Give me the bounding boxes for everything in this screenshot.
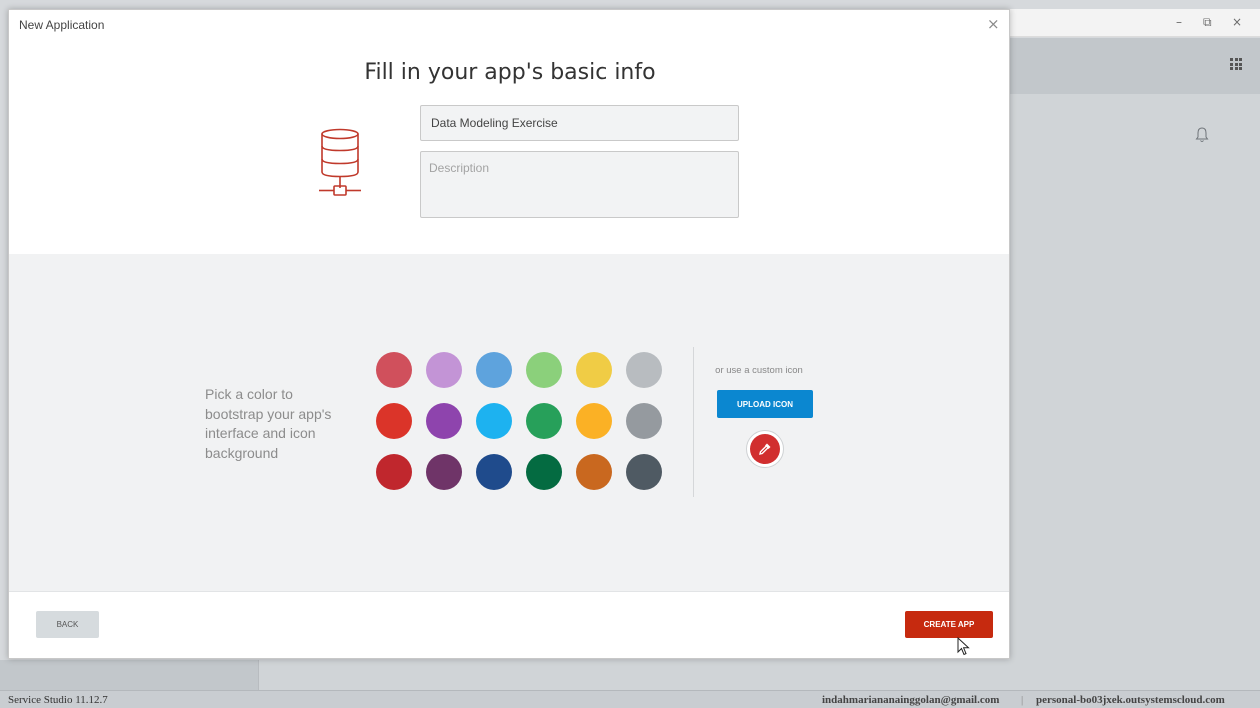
back-button[interactable]: BACK (36, 611, 99, 638)
color-swatch[interactable] (576, 403, 612, 439)
status-bar: Service Studio 11.12.7 indahmariananaing… (0, 690, 1260, 708)
color-swatch[interactable] (476, 352, 512, 388)
close-icon[interactable]: × (987, 16, 1000, 32)
color-swatch[interactable] (426, 403, 462, 439)
database-server-icon (319, 128, 361, 196)
color-swatch[interactable] (576, 352, 612, 388)
color-swatch[interactable] (626, 454, 662, 490)
window-close-button[interactable]: × (1232, 15, 1242, 29)
color-swatch[interactable] (376, 454, 412, 490)
description-input[interactable] (420, 151, 739, 218)
minimize-button[interactable]: – (1176, 15, 1182, 29)
color-swatch[interactable] (576, 454, 612, 490)
window-titlebar (1010, 9, 1260, 37)
status-server[interactable]: personal-bo03jxek.outsystemscloud.com (1036, 694, 1225, 706)
color-swatch[interactable] (476, 403, 512, 439)
create-app-button[interactable]: CREATE APP (905, 611, 993, 638)
custom-icon-text: or use a custom icon (715, 365, 803, 376)
restore-button[interactable]: ⧉ (1203, 15, 1212, 30)
color-swatch[interactable] (526, 454, 562, 490)
status-version: Service Studio 11.12.7 (8, 694, 108, 706)
eyedropper-button[interactable] (746, 430, 784, 468)
eyedropper-icon (759, 443, 771, 455)
color-swatch-grid (376, 352, 666, 492)
status-email[interactable]: indahmariananainggolan@gmail.com (822, 694, 999, 706)
color-swatch[interactable] (526, 352, 562, 388)
new-application-dialog: New Application × Fill in your app's bas… (8, 9, 1010, 659)
color-swatch[interactable] (626, 403, 662, 439)
app-name-input[interactable] (420, 105, 739, 141)
color-swatch[interactable] (476, 454, 512, 490)
app-main-area (1010, 94, 1260, 690)
color-prompt-text: Pick a color to bootstrap your app's int… (205, 386, 332, 461)
status-separator: | (1021, 694, 1024, 706)
color-swatch[interactable] (426, 454, 462, 490)
color-picker-section: Pick a color to bootstrap your app's int… (9, 254, 1009, 591)
bg-bottom-panel (258, 660, 1260, 690)
footer-divider (9, 591, 1009, 592)
upload-icon-button[interactable]: UPLOAD ICON (717, 390, 813, 418)
dialog-title: New Application (19, 18, 105, 32)
color-swatch[interactable] (376, 352, 412, 388)
color-swatch[interactable] (376, 403, 412, 439)
app-header (1010, 38, 1260, 94)
apps-grid-icon[interactable] (1230, 58, 1242, 70)
color-swatch[interactable] (626, 352, 662, 388)
color-swatch[interactable] (526, 403, 562, 439)
bell-icon[interactable] (1195, 126, 1209, 144)
bg-left-panel (0, 660, 258, 690)
mouse-cursor-icon (957, 637, 970, 656)
color-swatch[interactable] (426, 352, 462, 388)
page-title: Fill in your app's basic info (364, 60, 656, 85)
